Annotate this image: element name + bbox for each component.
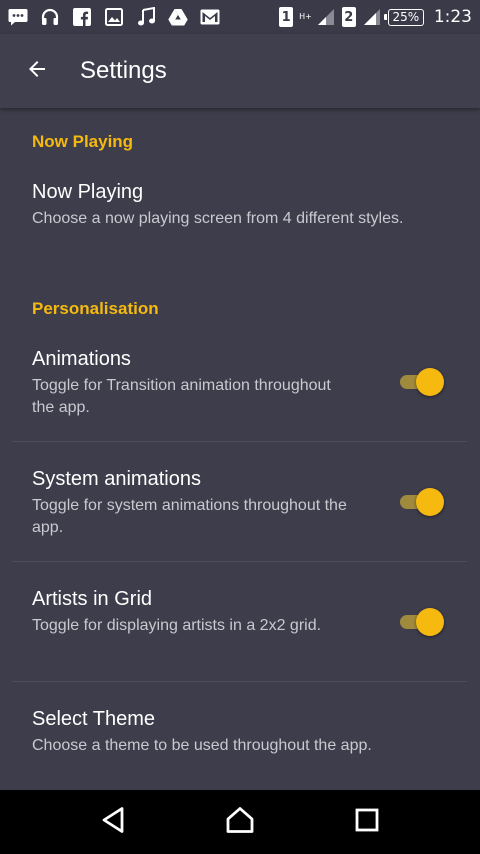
signal-icon [362,7,382,27]
back-button[interactable] [13,47,61,95]
app-toolbar: Settings [0,34,480,108]
pref-summary: Choose a now playing screen from 4 diffe… [32,210,404,227]
signal-icon [316,7,336,27]
toggle-thumb [416,608,444,636]
toggle-thumb [416,368,444,396]
page-title: Settings [80,57,167,84]
pref-now-playing[interactable]: Now Playing Choose a now playing screen … [0,180,480,230]
network-type-label: H+ [299,12,312,21]
nav-back-button[interactable] [81,790,145,854]
system-status-icons: 1 H+ 2 25% 1:23 [279,7,472,27]
pref-title: Now Playing [32,181,144,203]
arrow-back-icon [25,57,49,85]
gmail-icon [200,7,220,27]
sim1-badge: 1 [279,7,294,27]
music-note-icon [136,7,156,27]
status-bar: 1 H+ 2 25% 1:23 [0,0,480,34]
navigation-bar [0,790,480,854]
category-personalisation: Personalisation [32,299,159,318]
sim2-badge: 2 [341,7,356,27]
divider [12,441,467,442]
battery-indicator: 25% [383,8,424,26]
system-animations-toggle[interactable] [398,488,444,516]
divider [12,681,467,682]
pref-summary: Toggle for displaying artists in a 2x2 g… [32,617,322,634]
toggle-thumb [416,488,444,516]
back-triangle-icon [100,806,126,838]
settings-list[interactable]: Now Playing Now Playing Choose a now pla… [0,108,480,790]
notification-icons [8,7,220,27]
recents-icon [355,808,379,836]
image-icon [104,7,124,27]
pref-summary: Choose a theme to be used throughout the… [32,737,372,754]
home-icon [225,806,255,838]
headphones-icon [40,7,60,27]
animations-toggle[interactable] [398,368,444,396]
pref-select-theme[interactable]: Select Theme Choose a theme to be used t… [0,707,480,757]
pref-summary: Toggle for system animations throughout … [32,497,347,536]
chat-icon [8,7,28,27]
google-drive-icon [168,7,188,27]
divider [12,561,467,562]
pref-summary: Toggle for Transition animation througho… [32,377,331,416]
artists-grid-toggle[interactable] [398,608,444,636]
pref-title: Select Theme [32,708,156,730]
category-now-playing: Now Playing [32,132,134,151]
clock: 1:23 [433,7,472,27]
nav-home-button[interactable] [208,790,272,854]
nav-recents-button[interactable] [335,790,399,854]
facebook-icon [72,7,92,27]
